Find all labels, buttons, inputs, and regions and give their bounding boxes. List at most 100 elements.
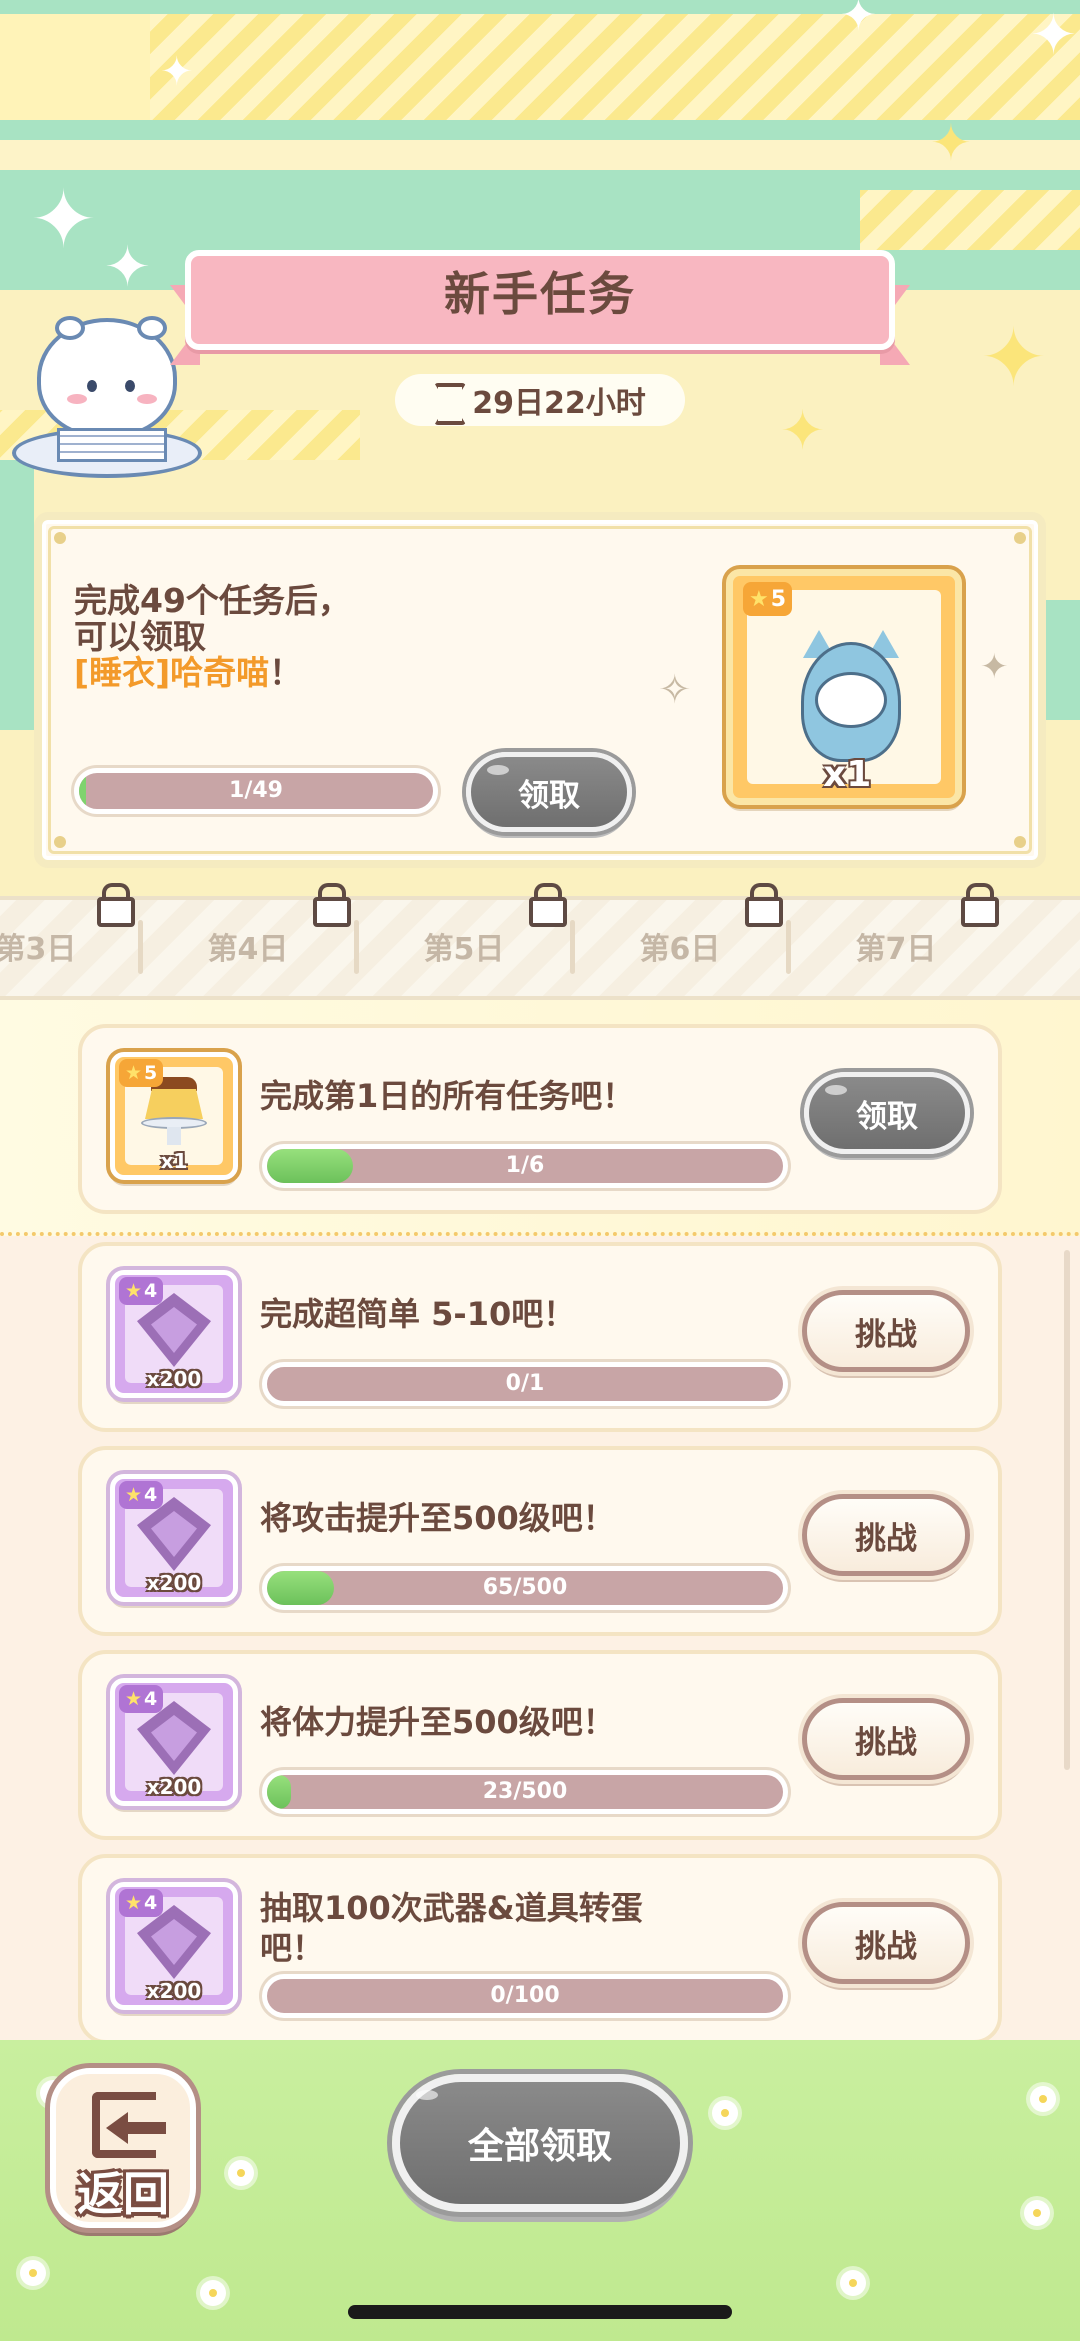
tab-divider: [354, 920, 359, 974]
timer-text: 29日22小时: [472, 386, 646, 421]
reward-quantity: x1: [160, 1149, 188, 1173]
claim-button-label: 领取: [856, 1098, 918, 1135]
challenge-button[interactable]: 挑战: [802, 1290, 970, 1372]
task-row: ★ 4 x200 将攻击提升至500级吧！ 65/500 挑战: [78, 1446, 1002, 1636]
rarity-value: 4: [144, 1688, 158, 1710]
task-title: 完成超简单 5-10吧！: [260, 1295, 576, 1333]
stripe-band: [150, 14, 1080, 120]
sparkle-icon: ✦: [930, 114, 972, 172]
sparkle-icon: ✦: [980, 647, 1009, 687]
lock-icon: [312, 883, 351, 927]
rarity-value: 5: [144, 1062, 158, 1084]
challenge-button[interactable]: 挑战: [802, 1902, 970, 1984]
reward-quantity: x200: [146, 1571, 202, 1595]
task-title: 抽取100次武器&道具转蛋 吧！: [260, 1889, 643, 1967]
task-progress-label: 23/500: [482, 1779, 568, 1804]
reward-quantity: x200: [146, 1367, 202, 1391]
tab-divider: [570, 920, 575, 974]
task-title: 将攻击提升至500级吧！: [260, 1499, 615, 1537]
page-title: 新手任务: [444, 267, 636, 321]
milestone-line-1: 完成49个任务后，: [74, 581, 351, 620]
claim-button-label: 领取: [518, 777, 580, 814]
event-timer: 29日22小时: [395, 374, 685, 426]
challenge-button-label: 挑战: [855, 1724, 917, 1761]
lock-icon: [960, 883, 999, 927]
task-progress-label: 0/1: [505, 1371, 545, 1396]
star-icon: ★: [125, 1062, 143, 1084]
task-title: 将体力提升至500级吧！: [260, 1703, 615, 1741]
task-progress-label: 65/500: [482, 1575, 568, 1600]
green-band: [1046, 600, 1080, 720]
milestone-line-2: 可以领取: [74, 617, 206, 656]
task-row: ★ 4 x200 将体力提升至500级吧！ 23/500 挑战: [78, 1650, 1002, 1840]
sparkle-icon: ✦: [780, 399, 826, 462]
sparkle-icon: ✦: [980, 311, 1048, 404]
lock-icon: [528, 883, 567, 927]
task-progress-bar: 0/1: [262, 1362, 788, 1406]
task-title: 完成第1日的所有任务吧！: [260, 1077, 635, 1115]
task-progress-bar: 1/6: [262, 1144, 788, 1188]
reward-quantity: x200: [146, 1775, 202, 1799]
claim-all-button[interactable]: 全部领取: [392, 2074, 688, 2212]
task-progress-bar: 0/100: [262, 1974, 788, 2018]
task-row: ★ 5 x1 完成第1日的所有任务吧！ 1/6 领取: [78, 1024, 1002, 1214]
hourglass-icon: [434, 383, 458, 417]
milestone-claim-button[interactable]: 领取: [466, 752, 632, 832]
rarity-value: 5: [770, 586, 787, 612]
task-reward-icon[interactable]: ★ 4 x200: [110, 1270, 238, 1398]
rarity-badge: ★ 4: [119, 1889, 164, 1917]
task-reward-icon[interactable]: ★ 4 x200: [110, 1474, 238, 1602]
task-reward-icon[interactable]: ★ 4 x200: [110, 1678, 238, 1806]
back-button[interactable]: 返回: [50, 2068, 196, 2228]
rarity-value: 4: [144, 1484, 158, 1506]
milestone-progress-label: 1/49: [229, 778, 283, 803]
reward-character-card[interactable]: ★ 5 x1: [726, 569, 962, 805]
sparkle-icon: ✦: [160, 49, 194, 95]
reward-quantity: x1: [823, 754, 872, 795]
home-indicator[interactable]: [348, 2305, 732, 2319]
sparkle-icon: ✦: [104, 235, 151, 300]
star-icon: ★: [125, 1484, 143, 1506]
reward-quantity: x200: [146, 1979, 202, 2003]
claim-button[interactable]: 领取: [804, 1072, 970, 1154]
reward-item-suffix: ！: [269, 653, 303, 692]
challenge-button[interactable]: 挑战: [802, 1698, 970, 1780]
task-row: ★ 4 x200 抽取100次武器&道具转蛋 吧！ 0/100 挑战: [78, 1854, 1002, 2044]
challenge-button-label: 挑战: [855, 1928, 917, 1965]
claim-all-label: 全部领取: [467, 2126, 612, 2167]
tab-divider: [138, 920, 143, 974]
hachiware-cat-icon: [791, 622, 911, 772]
reward-item-name: [睡衣]哈奇喵: [74, 653, 270, 692]
pudding-icon: [141, 1077, 207, 1147]
sparkle-icon: ✦: [30, 173, 98, 266]
sparkle-icon: ✦: [840, 0, 877, 41]
stripe-band: [860, 190, 1080, 250]
star-icon: ★: [125, 1688, 143, 1710]
task-reward-icon[interactable]: ★ 5 x1: [110, 1052, 238, 1180]
star-icon: ★: [125, 1280, 143, 1302]
scrollbar[interactable]: [1064, 1250, 1070, 1770]
task-progress-bar: 65/500: [262, 1566, 788, 1610]
lock-icon: [744, 883, 783, 927]
task-progress-label: 0/100: [490, 1983, 560, 2008]
task-reward-icon[interactable]: ★ 4 x200: [110, 1882, 238, 2010]
section-divider: [0, 1232, 1080, 1236]
arrow-left-icon: [126, 2122, 166, 2134]
task-row: ★ 4 x200 完成超简单 5-10吧！ 0/1 挑战: [78, 1242, 1002, 1432]
challenge-button-label: 挑战: [855, 1316, 917, 1353]
arrow-left-icon: [106, 2112, 128, 2144]
sparkle-icon: ✦: [1030, 3, 1077, 68]
rarity-badge: ★ 5: [743, 582, 793, 616]
back-button-label: 返回: [77, 2167, 169, 2221]
tab-divider: [786, 920, 791, 974]
milestone-progress-bar: 1/49: [74, 768, 438, 814]
rarity-badge: ★ 4: [119, 1277, 164, 1305]
rarity-value: 4: [144, 1280, 158, 1302]
task-progress-bar: 23/500: [262, 1770, 788, 1814]
milestone-description: 完成49个任务后， 可以领取 [睡衣]哈奇喵！: [74, 583, 351, 691]
rarity-badge: ★ 4: [119, 1685, 164, 1713]
challenge-button[interactable]: 挑战: [802, 1494, 970, 1576]
rarity-value: 4: [144, 1892, 158, 1914]
rarity-badge: ★ 5: [119, 1059, 164, 1087]
sparkle-icon: ✧: [658, 667, 692, 713]
